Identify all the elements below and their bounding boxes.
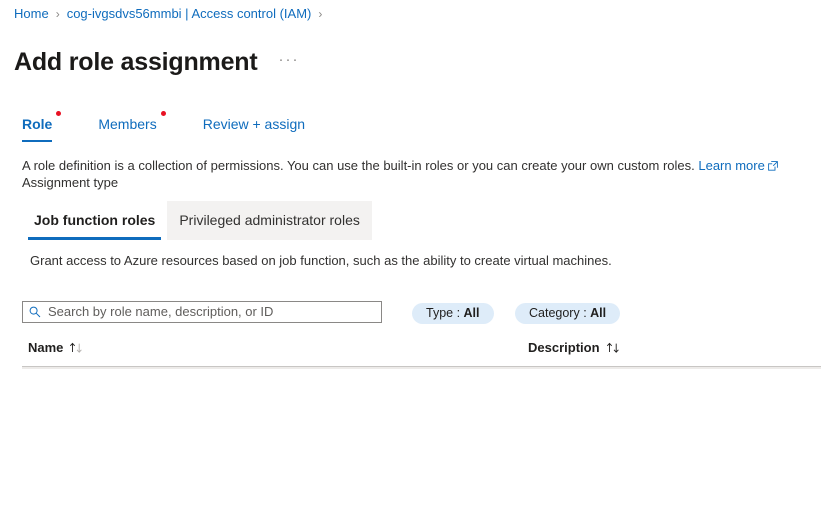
filter-pill-category-name: Category <box>529 306 580 320</box>
role-description: A role definition is a collection of per… <box>22 157 778 176</box>
required-dot-icon <box>56 111 62 116</box>
tab-role[interactable]: Role <box>22 111 62 142</box>
learn-more-label: Learn more <box>698 158 765 173</box>
filter-pill-type[interactable]: Type : All <box>412 303 494 324</box>
pivot-description: Grant access to Azure resources based on… <box>30 253 612 268</box>
filter-pill-type-value: All <box>463 306 480 320</box>
tab-role-label: Role <box>22 116 53 132</box>
add-role-assignment-page: Home › cog-ivgsdvs56mmbi | Access contro… <box>0 0 821 519</box>
role-description-text: A role definition is a collection of per… <box>22 158 699 173</box>
search-box[interactable] <box>22 301 382 323</box>
external-link-icon <box>767 158 778 176</box>
pivot-job-function-roles-label: Job function roles <box>34 212 156 228</box>
filter-pill-category-value: All <box>590 306 607 320</box>
tab-members-label: Members <box>98 116 157 132</box>
roles-table-header: Name Description <box>22 339 821 361</box>
breadcrumb-item-home[interactable]: Home <box>14 5 49 23</box>
tab-members[interactable]: Members <box>98 111 166 142</box>
breadcrumb-chevron-icon: › <box>318 7 323 21</box>
filter-pill-type-name: Type <box>426 306 454 320</box>
more-options-icon[interactable]: ··· <box>275 49 302 75</box>
pivot-job-function-roles[interactable]: Job function roles <box>22 201 168 240</box>
required-dot-icon <box>160 111 166 116</box>
sort-ascending-descending-icon <box>69 342 85 354</box>
filter-pill-category[interactable]: Category : All <box>515 303 621 324</box>
column-header-name[interactable]: Name <box>28 339 85 357</box>
filter-pill-type-separator: : <box>453 306 464 320</box>
tab-review-assign-label: Review + assign <box>202 116 306 132</box>
pivot-privileged-administrator-roles[interactable]: Privileged administrator roles <box>167 201 372 240</box>
breadcrumb-chevron-icon: › <box>55 7 60 21</box>
column-header-description-label: Description <box>528 340 600 355</box>
wizard-tabs: Role Members Review + assign <box>22 111 351 142</box>
sort-ascending-descending-icon <box>606 342 622 354</box>
learn-more-link[interactable]: Learn more <box>698 158 778 176</box>
roles-table-divider-shadow <box>22 367 821 369</box>
assignment-type-label: Assignment type <box>22 175 119 190</box>
page-title: Add role assignment <box>14 47 258 76</box>
search-input[interactable] <box>48 303 375 321</box>
pivot-privileged-administrator-roles-label: Privileged administrator roles <box>179 212 360 228</box>
column-header-description[interactable]: Description <box>528 339 622 357</box>
tab-review-assign[interactable]: Review + assign <box>203 114 305 142</box>
breadcrumb: Home › cog-ivgsdvs56mmbi | Access contro… <box>14 5 329 23</box>
search-icon <box>29 306 41 318</box>
filter-pill-category-separator: : <box>579 306 591 320</box>
breadcrumb-item-access-control[interactable]: cog-ivgsdvs56mmbi | Access control (IAM) <box>67 5 312 23</box>
page-title-row: Add role assignment ··· <box>14 29 302 95</box>
column-header-name-label: Name <box>28 340 64 355</box>
role-type-pivot: Job function roles Privileged administra… <box>22 201 372 240</box>
